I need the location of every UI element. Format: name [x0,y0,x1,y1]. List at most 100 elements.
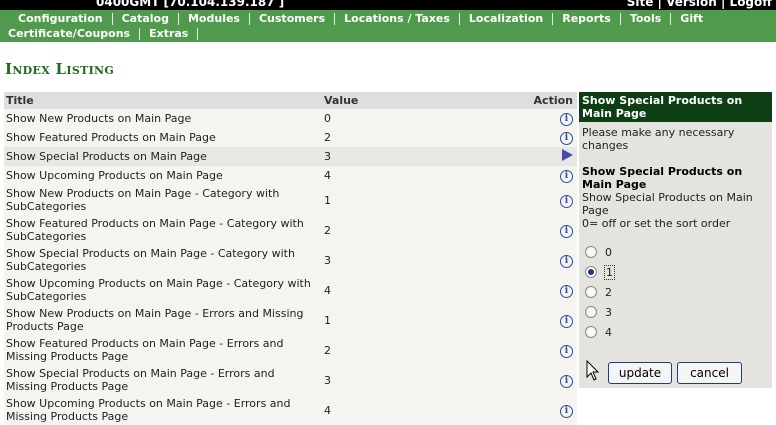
table-row[interactable]: Show Upcoming Products on Main Page 4 i [4,166,577,185]
radio-button[interactable] [585,306,597,318]
row-action[interactable]: i [526,275,577,305]
row-action[interactable]: i [526,185,577,215]
row-action[interactable]: i [526,128,577,147]
info-icon[interactable]: i [560,314,573,328]
row-title: Show Special Products on Main Page - Cat… [4,245,320,275]
radio-button[interactable] [585,246,597,258]
row-value: 3 [320,365,526,395]
info-icon[interactable]: i [560,374,573,388]
nav-row-1: Configuration Catalog Modules Customers … [0,11,712,27]
col-title-header: Title [4,92,320,109]
info-icon[interactable]: i [560,284,573,298]
table-row[interactable]: Show Featured Products on Main Page 2 i [4,128,577,147]
row-action[interactable]: i [526,109,577,128]
nav-gift[interactable]: Gift [671,13,712,25]
row-action[interactable]: i [526,215,577,245]
option-1[interactable]: 1 [585,262,772,282]
info-icon[interactable]: i [560,132,573,145]
row-action[interactable]: i [526,245,577,275]
nav-localization[interactable]: Localization [460,13,554,25]
radio-button[interactable] [585,326,597,338]
nav-configuration[interactable]: Configuration [0,13,113,25]
option-2[interactable]: 2 [585,282,772,302]
table-row[interactable]: Show Special Products on Main Page - Cat… [4,245,577,275]
option-4[interactable]: 4 [585,322,772,342]
option-label: 2 [605,285,612,299]
top-status-bar: 0400GMT [70.104.139.187 ] Site | Version… [0,0,776,10]
info-icon[interactable]: i [560,113,573,126]
info-icon[interactable]: i [560,344,573,358]
table-row[interactable]: Show New Products on Main Page 0 i [4,109,577,128]
row-title: Show Featured Products on Main Page - Er… [4,335,320,365]
row-value: 4 [320,395,526,425]
row-action[interactable]: i [526,395,577,425]
row-action[interactable]: i [526,365,577,395]
row-value: 4 [320,275,526,305]
table-row[interactable]: Show Special Products on Main Page - Err… [4,365,577,395]
table-row-selected[interactable]: Show Special Products on Main Page 3 [4,147,577,166]
edit-panel: Show Special Products on Main Page Pleas… [579,92,772,388]
main-nav: Configuration Catalog Modules Customers … [0,10,776,42]
table-header-row: Title Value Action [4,92,577,109]
nav-customers[interactable]: Customers [250,13,336,25]
page-title: Index Listing [5,60,115,78]
option-radio-group: 0 1 2 3 4 [579,230,772,342]
row-value: 3 [320,147,526,166]
nav-extras[interactable]: Extras [140,28,199,40]
radio-button-selected[interactable] [585,266,597,278]
panel-header: Show Special Products on Main Page [579,92,772,122]
col-value-header: Value [320,92,526,109]
table-row[interactable]: Show Upcoming Products on Main Page - Er… [4,395,577,425]
option-0[interactable]: 0 [585,242,772,262]
panel-hint: 0= off or set the sort order [582,217,731,230]
row-value: 3 [320,245,526,275]
table-row[interactable]: Show Featured Products on Main Page - Ca… [4,215,577,245]
nav-certificate-coupons[interactable]: Certificate/Coupons [0,28,141,40]
table-row[interactable]: Show New Products on Main Page - Errors … [4,305,577,335]
panel-subtitle: Show Special Products on Main Page [582,165,743,191]
row-title: Show New Products on Main Page [4,109,320,128]
row-title: Show Special Products on Main Page [4,147,320,166]
server-info: 0400GMT [70.104.139.187 ] [96,0,285,9]
row-action[interactable]: i [526,335,577,365]
row-title: Show Upcoming Products on Main Page [4,166,320,185]
row-value: 2 [320,215,526,245]
row-title: Show Upcoming Products on Main Page - Ca… [4,275,320,305]
row-value: 1 [320,305,526,335]
table-row[interactable]: Show New Products on Main Page - Categor… [4,185,577,215]
row-action[interactable]: i [526,305,577,335]
panel-description: Show Special Products on Main Page [582,191,753,217]
col-action-header: Action [526,92,577,109]
panel-message: Please make any necessary changes [582,126,735,152]
nav-catalog[interactable]: Catalog [113,13,179,25]
nav-reports[interactable]: Reports [553,13,621,25]
row-value: 2 [320,335,526,365]
table-row[interactable]: Show Upcoming Products on Main Page - Ca… [4,275,577,305]
info-icon[interactable]: i [560,404,573,418]
row-value: 0 [320,109,526,128]
nav-locations-taxes[interactable]: Locations / Taxes [335,13,460,25]
top-links[interactable]: Site | Version | Logoff [627,0,772,9]
row-title: Show New Products on Main Page - Errors … [4,305,320,335]
info-icon[interactable]: i [560,224,573,238]
update-button[interactable]: update [608,362,672,384]
row-action[interactable]: i [526,166,577,185]
selected-arrow-icon [562,149,573,161]
option-3[interactable]: 3 [585,302,772,322]
nav-tools[interactable]: Tools [621,13,672,25]
nav-row-2: Certificate/Coupons Extras [0,26,199,42]
info-icon[interactable]: i [560,194,573,208]
row-title: Show Special Products on Main Page - Err… [4,365,320,395]
nav-modules[interactable]: Modules [179,13,250,25]
row-value: 4 [320,166,526,185]
row-value: 2 [320,128,526,147]
radio-button[interactable] [585,286,597,298]
option-label: 1 [604,264,615,280]
info-icon[interactable]: i [560,170,573,183]
info-icon[interactable]: i [560,254,573,268]
row-title: Show New Products on Main Page - Categor… [4,185,320,215]
row-title: Show Upcoming Products on Main Page - Er… [4,395,320,425]
option-label: 0 [605,245,612,259]
cancel-button[interactable]: cancel [677,362,742,384]
table-row[interactable]: Show Featured Products on Main Page - Er… [4,335,577,365]
